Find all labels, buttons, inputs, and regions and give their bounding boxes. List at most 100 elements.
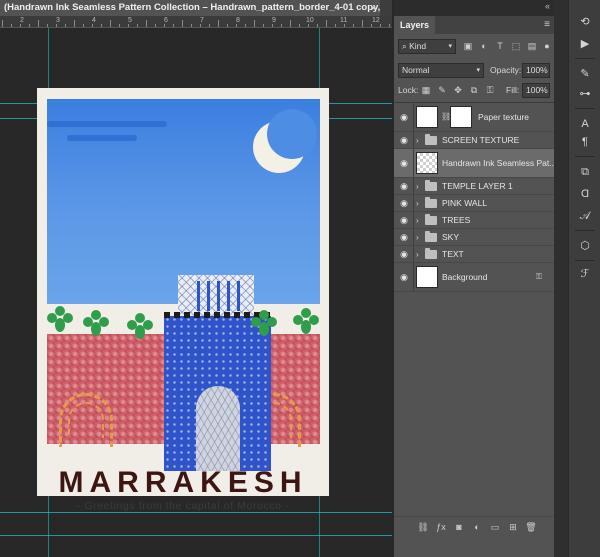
chevron-right-icon[interactable]: › [416,229,419,245]
folder-icon [425,134,437,145]
layer-row-paper-texture[interactable]: ◉ ⛓ Paper texture [394,103,554,132]
ruler-tick [344,24,345,27]
layer-row-trees[interactable]: ◉ › TREES [394,212,554,229]
panel-collapse-bar: « [394,0,554,16]
layer-row-text[interactable]: ◉ › TEXT [394,246,554,263]
filter-adjustment-icon[interactable]: ◐ [478,40,490,52]
folder-icon [425,180,437,191]
layer-name: Background [442,272,488,282]
ruler-tick [335,24,336,27]
ruler-number: 7 [200,17,204,24]
row-divider [413,132,414,148]
chevron-right-icon[interactable]: › [416,132,419,148]
chevron-right-icon[interactable]: › [416,195,419,211]
ruler-number: 2 [20,17,24,24]
new-group-icon[interactable]: ▭ [488,520,502,534]
paragraph-styles-icon[interactable]: ℱ [577,266,593,282]
layer-name: PINK WALL [442,198,488,208]
layer-row-screen-texture[interactable]: ◉ › SCREEN TEXTURE [394,132,554,149]
tower-stripe [237,281,240,311]
row-divider [413,178,414,194]
ruler-tick [200,24,201,27]
history-icon[interactable]: ⟲ [577,14,593,30]
ruler-tick [101,24,102,27]
brush-settings-icon[interactable]: ✎ [577,66,593,82]
visibility-eye-icon[interactable]: ◉ [398,149,410,177]
new-layer-icon[interactable]: ⊞ [506,520,520,534]
row-divider [413,212,414,228]
horizontal-ruler[interactable]: 2 3 4 5 6 7 8 9 10 11 12 [0,16,392,28]
chevron-right-icon[interactable]: › [416,178,419,194]
document-canvas[interactable]: MARRAKESH - Greetings from the capital o… [0,28,392,557]
layer-row-temple-layer[interactable]: ◉ › TEMPLE LAYER 1 [394,178,554,195]
ruler-tick [146,20,147,27]
visibility-eye-icon[interactable]: ◉ [398,178,410,194]
play-actions-icon[interactable]: ▶ [577,36,593,52]
filter-smart-object-icon[interactable]: ▤ [526,40,538,52]
toolbar-divider [575,108,595,109]
fill-field[interactable]: 100% [522,83,550,98]
chevron-right-icon[interactable]: › [416,246,419,262]
visibility-eye-icon[interactable]: ◉ [398,263,410,291]
panel-menu-icon[interactable]: ≡ [544,19,550,30]
blend-mode-value: Normal [402,65,430,75]
ruler-tick [227,24,228,27]
character-styles-icon[interactable]: Ɑ [577,186,593,202]
layer-mask-thumbnail[interactable] [450,106,472,128]
layer-row-background[interactable]: ◉ Background ⚿ [394,263,554,292]
paragraph-panel-icon[interactable]: ¶ [577,134,593,150]
guide-horizontal[interactable] [0,535,392,536]
brush-presets-icon[interactable]: ⊶ [577,86,593,102]
ruler-tick [2,20,3,27]
lock-image-pixels-icon[interactable]: ✎ [436,84,448,96]
filter-pixel-icon[interactable]: ▣ [462,40,474,52]
3d-panel-icon[interactable]: ⬡ [577,238,593,254]
ruler-number: 6 [164,17,168,24]
ruler-tick [218,20,219,27]
close-icon[interactable]: × [371,0,376,16]
ruler-tick [371,24,372,27]
clone-source-icon[interactable]: ⧉ [577,164,593,180]
visibility-eye-icon[interactable]: ◉ [398,195,410,211]
add-mask-icon[interactable]: ◙ [452,520,466,534]
ruler-tick [11,24,12,27]
collapse-panels-icon[interactable]: « [545,1,550,11]
layer-row-sky[interactable]: ◉ › SKY [394,229,554,246]
adjustment-layer-icon[interactable]: ◐ [470,520,484,534]
lock-transparent-pixels-icon[interactable]: ▦ [420,84,432,96]
document-tab[interactable]: (Handrawn Ink Seamless Pattern Collectio… [0,0,380,16]
filter-toggle-icon[interactable]: ● [541,40,553,52]
cloud-shape [47,121,167,127]
sky-illustration [47,99,320,304]
layer-style-fx-icon[interactable]: ƒx [434,520,448,534]
ruler-tick [74,20,75,27]
visibility-eye-icon[interactable]: ◉ [398,212,410,228]
lock-artboard-icon[interactable]: ⧉ [468,84,480,96]
lock-position-icon[interactable]: ✥ [452,84,464,96]
filter-kind-select[interactable]: ⌕ Kind ▾ [398,39,456,54]
lock-all-icon[interactable]: ⚿ [484,84,496,96]
ruler-tick [128,24,129,27]
link-layers-icon[interactable]: ⛓ [416,520,430,534]
layers-panel-footer: ⛓ ƒx ◙ ◐ ▭ ⊞ 🗑 [394,516,554,536]
chevron-right-icon[interactable]: › [416,212,419,228]
filter-type-icon[interactable]: T [494,40,506,52]
visibility-eye-icon[interactable]: ◉ [398,132,410,148]
filter-shape-icon[interactable]: ⬚ [510,40,522,52]
document-tab-title: (Handrawn Ink Seamless Pattern Collectio… [4,2,380,13]
tree-icon [127,313,153,339]
layer-row-handrawn-pattern[interactable]: ◉ Handrawn Ink Seamless Pat... [394,149,556,178]
blend-mode-select[interactable]: Normal ▾ [398,63,484,78]
glyphs-panel-icon[interactable]: 𝒜 [577,208,593,224]
layer-row-pink-wall[interactable]: ◉ › PINK WALL [394,195,554,212]
trash-icon[interactable]: 🗑 [524,520,538,534]
visibility-eye-icon[interactable]: ◉ [398,103,410,131]
visibility-eye-icon[interactable]: ◉ [398,246,410,262]
character-panel-icon[interactable]: A [577,116,593,132]
opacity-field[interactable]: 100% [522,63,550,78]
guide-horizontal[interactable] [0,512,392,513]
visibility-eye-icon[interactable]: ◉ [398,229,410,245]
tree-icon [83,310,109,336]
tab-layers[interactable]: Layers [394,16,436,34]
ruler-number: 4 [92,17,96,24]
